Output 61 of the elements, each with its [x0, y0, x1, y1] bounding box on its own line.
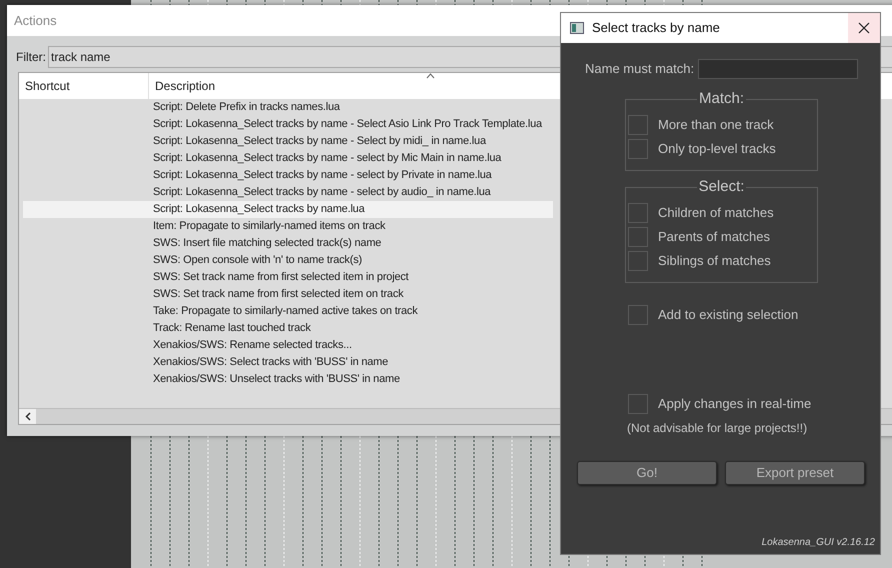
- version-label: Lokasenna_GUI v2.16.12: [762, 536, 875, 550]
- description-cell-text: Item: Propagate to similarly-named items on track: [153, 219, 386, 234]
- description-cell-text: Xenakios/SWS: Unselect tracks with 'BUSS' in name: [153, 372, 400, 388]
- checkbox[interactable]: [628, 139, 648, 159]
- checkbox-label: More than one track: [658, 116, 774, 134]
- checkbox-label: Apply changes in real-time: [658, 395, 812, 414]
- action-row[interactable]: SWS: Set track name from first selected item in project: [23, 269, 553, 286]
- checkbox[interactable]: [628, 394, 648, 414]
- action-row[interactable]: Xenakios/SWS: Rename selected tracks...: [23, 337, 553, 354]
- description-cell-text: SWS: Open console with 'n' to name track(s): [153, 253, 362, 268]
- checkbox-label: Siblings of matches: [658, 252, 771, 270]
- column-header[interactable]: Description: [149, 73, 539, 99]
- scroll-left-icon[interactable]: [24, 412, 30, 421]
- description-cell-text: Track: Rename last touched track: [153, 321, 311, 336]
- action-row[interactable]: Xenakios/SWS: Unselect tracks with 'BUSS' in name: [23, 371, 553, 388]
- description-cell-text: SWS: Set track name from first selected item on track: [153, 287, 404, 302]
- description-cell-text: Script: Lokasenna_Select tracks by name - select by audio_ in name.lua: [153, 185, 491, 200]
- action-row[interactable]: SWS: Insert file matching selected track(s) name: [23, 235, 553, 252]
- window-icon: [570, 22, 584, 34]
- action-row[interactable]: SWS: Set track name from first selected item on track: [23, 286, 553, 303]
- column-header[interactable]: Shortcut: [19, 73, 149, 99]
- action-row[interactable]: Script: Lokasenna_Select tracks by name - select by Private in name.lua: [23, 167, 553, 184]
- action-row[interactable]: Xenakios/SWS: Select tracks with 'BUSS' in name: [23, 354, 553, 371]
- description-cell-text: Xenakios/SWS: Select tracks with 'BUSS' in name: [153, 355, 388, 370]
- description-cell-text: Script: Lokasenna_Select tracks by name - Select Asio Link Pro Track Template.lua: [153, 117, 542, 132]
- action-row[interactable]: Take: Propagate to similarly-named active takes on track: [23, 303, 553, 320]
- action-row[interactable]: Item: Propagate to similarly-named items on track: [23, 218, 553, 235]
- warning-note: (Not advisable for large projects!!): [627, 420, 808, 437]
- description-cell-text: Script: Lokasenna_Select tracks by name - select by Private in name.lua: [153, 168, 492, 184]
- action-row[interactable]: Script: Lokasenna_Select tracks by name - select by Mic Main in name.lua: [23, 150, 553, 167]
- checkbox-label: Only top-level tracks: [658, 140, 776, 158]
- description-cell-text: Script: Lokasenna_Select tracks by name - select by Mic Main in name.lua: [153, 151, 502, 166]
- window-title: Actions: [14, 12, 57, 30]
- checkbox[interactable]: [628, 227, 648, 247]
- action-row[interactable]: Track: Rename last touched track: [23, 320, 553, 337]
- name-field[interactable]: [698, 59, 858, 79]
- action-row[interactable]: Script: Lokasenna_Select tracks by name.lua: [23, 201, 553, 218]
- description-cell-text: Script: Delete Prefix in tracks names.lua: [153, 100, 340, 116]
- description-cell-text: Script: Lokasenna_Select tracks by name - Select by midi_ in name.lua: [153, 134, 486, 150]
- checkbox[interactable]: [628, 251, 648, 271]
- checkbox-label: Parents of matches: [658, 228, 770, 246]
- description-cell-text: SWS: Insert file matching selected track(s) name: [153, 236, 382, 252]
- sort-caret-icon: [426, 73, 435, 79]
- description-cell-text: Xenakios/SWS: Rename selected tracks...: [153, 338, 352, 354]
- checkbox-label: Children of matches: [658, 204, 774, 222]
- action-row[interactable]: Script: Delete Prefix in tracks names.lua: [23, 99, 553, 116]
- checkbox[interactable]: [628, 305, 648, 325]
- action-row[interactable]: Script: Lokasenna_Select tracks by name - Select by midi_ in name.lua: [23, 133, 553, 150]
- filter-label: Filter:: [16, 49, 46, 66]
- checkbox-label: Add to existing selection: [658, 306, 798, 324]
- description-cell-text: SWS: Set track name from first selected item in project: [153, 270, 409, 286]
- action-row[interactable]: Script: Lokasenna_Select tracks by name - Select Asio Link Pro Track Template.lua: [23, 116, 553, 133]
- description-cell-text: Script: Lokasenna_Select tracks by name.lua: [153, 202, 365, 218]
- checkbox[interactable]: [628, 203, 648, 223]
- close-icon: [858, 22, 870, 34]
- action-row[interactable]: Script: Lokasenna_Select tracks by name - select by audio_ in name.lua: [23, 184, 553, 201]
- dialog-title: Select tracks by name: [592, 19, 720, 38]
- checkbox[interactable]: [628, 115, 648, 135]
- close-button[interactable]: [848, 13, 880, 43]
- action-row[interactable]: SWS: Open console with 'n' to name track(s): [23, 252, 553, 269]
- description-cell-text: Take: Propagate to similarly-named active takes on track: [153, 304, 418, 320]
